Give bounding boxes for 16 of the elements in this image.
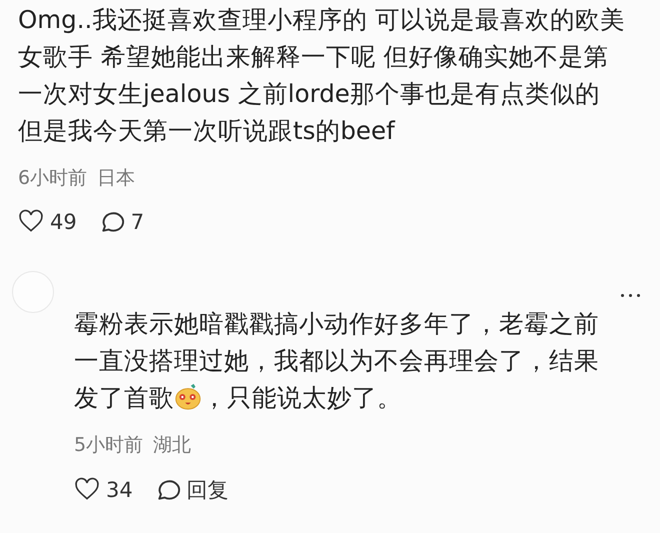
reply-button[interactable]: 回复 xyxy=(154,476,229,504)
comment-time: 5小时前 xyxy=(74,433,144,458)
comment-text: 发了首歌 ，只能说太妙了。 xyxy=(74,382,403,414)
like-button[interactable]: 49 xyxy=(18,209,77,235)
comment-text: 一直没搭理过她，我都以为不会再理会了，结果 xyxy=(74,345,600,377)
emoji-icon xyxy=(174,383,202,411)
comment-text: 霉粉表示她暗戳戳搞小动作好多年了，老霉之前 xyxy=(74,308,600,340)
comment-location: 日本 xyxy=(97,166,136,191)
comment-text: Omg..我还挺喜欢查理小程序的 可以说是最喜欢的欧美 xyxy=(18,4,626,36)
comment-time: 6小时前 xyxy=(18,166,88,191)
like-button[interactable]: 34 xyxy=(74,476,133,504)
comment-text: 女歌手 希望她能出来解释一下呢 但好像确实她不是第 xyxy=(18,41,610,73)
comment-location: 湖北 xyxy=(153,433,192,458)
reply-button[interactable]: 7 xyxy=(98,209,144,235)
comment-text: 一次对女生jealous 之前lorde那个事也是有点类似的 xyxy=(18,78,601,110)
comment-text: 但是我今天第一次听说跟ts的beef xyxy=(18,115,396,147)
